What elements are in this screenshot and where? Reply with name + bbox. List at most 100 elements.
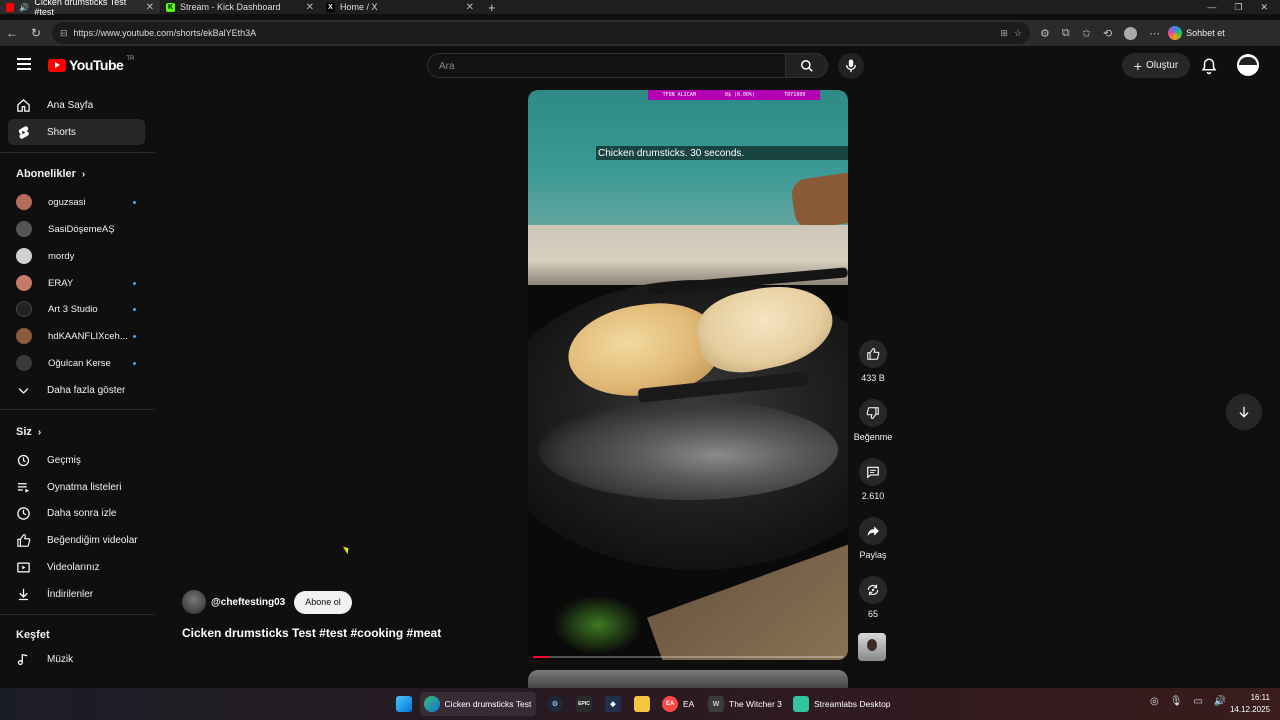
sidebar-item-your-videos[interactable]: Videolarınız — [8, 554, 145, 580]
share-button[interactable]: Paylaş — [852, 517, 894, 560]
next-short-preview[interactable] — [528, 670, 848, 688]
minimize-icon[interactable]: — — [1207, 2, 1216, 13]
video-progress-bar[interactable] — [533, 656, 843, 658]
taskbar-item-explorer[interactable] — [630, 692, 654, 716]
sidebar-item-shorts[interactable]: Shorts — [8, 119, 145, 145]
sidebar-item-label: Ana Sayfa — [47, 99, 94, 111]
taskbar-item-ea[interactable]: EA EA — [658, 692, 698, 716]
start-button[interactable] — [392, 692, 416, 716]
browser-tab-strip: 🔊 Cicken drumsticks Test #test ✕ K Strea… — [0, 0, 1280, 17]
tab-title: Stream - Kick Dashboard — [180, 2, 281, 12]
masthead: YouTube TR Ara + Oluştur — [0, 48, 1280, 84]
taskbar-item-edge[interactable]: Cicken drumsticks Test ı — [420, 692, 536, 716]
taskbar-item-epic[interactable]: EPIC — [572, 692, 596, 716]
site-info-icon[interactable]: ⊟ — [60, 28, 68, 39]
clock[interactable]: 16:11 14.12.2025 — [1228, 692, 1270, 716]
search-input[interactable]: Ara — [427, 53, 786, 78]
subscription-item[interactable]: Art 3 Studio — [16, 299, 136, 319]
create-button[interactable]: + Oluştur — [1122, 53, 1190, 78]
notifications-bell-icon[interactable] — [1200, 57, 1218, 75]
sidebar-item-label: Videolarınız — [47, 561, 100, 573]
taskbar-item-streamlabs[interactable]: Streamlabs Desktop — [789, 692, 895, 716]
show-more-label: Daha fazla göster — [47, 384, 126, 396]
dislike-button[interactable]: Beğenme — [852, 399, 894, 442]
subscriptions-heading[interactable]: Abonelikler › — [16, 168, 85, 180]
subscription-item[interactable]: Oğulcan Kerse — [16, 353, 136, 373]
network-icon[interactable]: ▭ — [1193, 696, 1202, 707]
sidebar-item-downloads[interactable]: İndirilenler — [8, 581, 145, 607]
subscription-item[interactable]: mordy — [16, 246, 136, 266]
close-tab-icon[interactable]: ✕ — [466, 2, 474, 13]
tab-kick[interactable]: K Stream - Kick Dashboard ✕ — [160, 0, 320, 14]
account-avatar[interactable] — [1237, 54, 1259, 76]
channel-avatar — [16, 355, 32, 371]
search-button[interactable] — [786, 53, 828, 78]
you-heading[interactable]: Siz › — [16, 426, 41, 438]
short-title[interactable]: Cicken drumsticks Test #test #cooking #m… — [182, 626, 441, 640]
short-video-player[interactable]: TFON ALICAM 0$ (0.00%) TRY1000 Chicken d… — [528, 90, 848, 660]
microphone-tray-icon[interactable]: 🎙 — [1170, 696, 1183, 707]
new-content-dot — [133, 281, 136, 285]
subscribe-button[interactable]: Abone ol — [294, 590, 352, 614]
app-available-icon[interactable]: ⊞ — [1000, 28, 1008, 39]
profile-icon[interactable] — [1124, 26, 1138, 40]
sidebar-item-music[interactable]: Müzik — [8, 646, 145, 672]
copilot-label: Sohbet et — [1186, 28, 1225, 38]
comments-button[interactable]: 2.610 — [852, 458, 894, 501]
subscription-item[interactable]: hdKAANFLIXceh... — [16, 326, 136, 346]
like-button[interactable]: 433 B — [852, 340, 894, 383]
url-bar[interactable]: ⊟ https://www.youtube.com/shorts/ekBalYE… — [52, 22, 1030, 44]
url-text: https://www.youtube.com/shorts/ekBalYEth… — [73, 28, 257, 38]
show-more-button[interactable]: Daha fazla göster — [8, 377, 145, 403]
mouse-cursor-icon — [343, 544, 351, 555]
favorites-icon[interactable]: ✩ — [1082, 27, 1091, 40]
remix-button[interactable]: 65 — [852, 576, 894, 619]
close-window-icon[interactable]: ✕ — [1260, 2, 1268, 13]
taskbar-item-app[interactable]: ◆ — [601, 692, 625, 716]
extensions-icon[interactable]: ⚙ — [1040, 27, 1050, 40]
sidebar-item-home[interactable]: Ana Sayfa — [8, 92, 145, 118]
restore-icon[interactable]: ❐ — [1234, 2, 1242, 13]
search-placeholder: Ara — [439, 61, 455, 72]
channel-avatar[interactable] — [182, 590, 206, 614]
menu-icon[interactable] — [17, 58, 31, 70]
more-menu-icon[interactable]: ⋯ — [1149, 27, 1160, 40]
tab-youtube[interactable]: 🔊 Cicken drumsticks Test #test ✕ — [0, 0, 160, 17]
sidebar-item-watch-later[interactable]: Daha sonra izle — [8, 500, 145, 526]
tab-x[interactable]: X Home / X ✕ — [320, 0, 480, 14]
file-explorer-icon — [634, 696, 650, 712]
favorite-star-icon[interactable]: ☆ — [1014, 28, 1022, 39]
tray-app-icon[interactable]: ◎ — [1150, 696, 1159, 707]
youtube-logo[interactable]: YouTube TR — [48, 56, 134, 73]
taskbar-item-steam[interactable]: ⚙ — [543, 692, 567, 716]
refresh-icon[interactable]: ↻ — [24, 26, 48, 40]
sound-thumbnail[interactable] — [858, 633, 886, 661]
copilot-button[interactable]: Sohbet et — [1168, 26, 1225, 40]
channel-name: oguzsasi — [48, 196, 86, 208]
browser-tools: ⚙ ⧉ ✩ ⟲ ⋯ — [1040, 26, 1160, 40]
sidebar-item-liked[interactable]: Beğendiğim videolar — [8, 527, 145, 553]
close-tab-icon[interactable]: ✕ — [146, 2, 154, 13]
voice-search-button[interactable] — [838, 53, 864, 79]
close-tab-icon[interactable]: ✕ — [306, 2, 314, 13]
back-icon[interactable]: ← — [0, 26, 24, 40]
sidebar-item-playlists[interactable]: Oynatma listeleri — [8, 474, 145, 500]
volume-icon[interactable]: 🔊 — [1214, 696, 1226, 707]
microphone-icon — [845, 59, 857, 73]
next-short-button[interactable] — [1226, 394, 1262, 430]
your-videos-icon — [17, 562, 30, 572]
sidebar-item-history[interactable]: Geçmiş — [8, 447, 145, 473]
subscription-item[interactable]: ERAY — [16, 273, 136, 293]
split-screen-icon[interactable]: ⧉ — [1062, 27, 1070, 40]
divider — [0, 614, 155, 615]
subscription-item[interactable]: oguzsasi — [16, 192, 136, 212]
history-icon[interactable]: ⟲ — [1103, 27, 1112, 40]
subscription-item[interactable]: SasiDöşemeAŞ — [16, 219, 136, 239]
new-tab-icon[interactable]: + — [480, 0, 504, 15]
channel-handle[interactable]: @cheftesting03 — [211, 597, 285, 608]
channel-name: hdKAANFLIXceh... — [48, 330, 128, 342]
channel-avatar — [16, 194, 32, 210]
taskbar-item-witcher[interactable]: W The Witcher 3 — [704, 692, 786, 716]
speaker-icon[interactable]: 🔊 — [19, 3, 29, 12]
music-icon — [17, 653, 28, 665]
